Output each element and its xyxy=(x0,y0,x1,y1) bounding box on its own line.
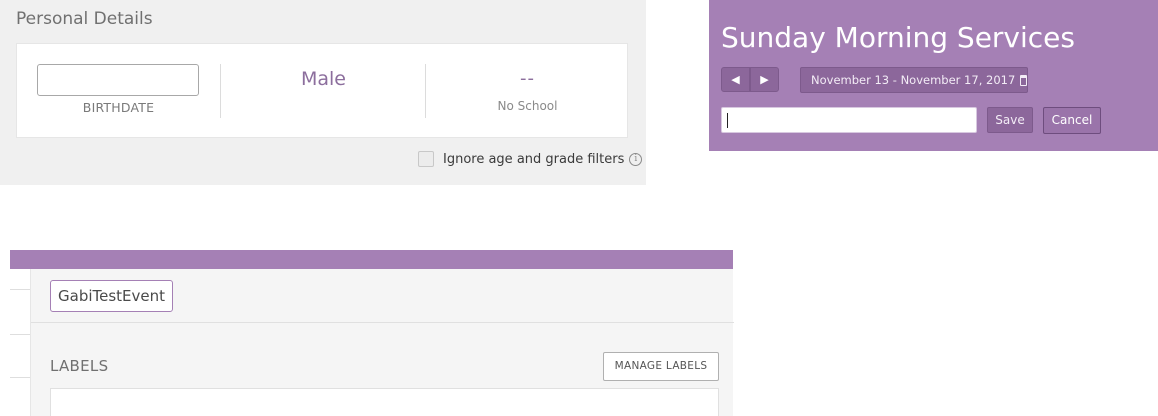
gutter-divider xyxy=(10,289,30,290)
gender-field-group[interactable]: Male xyxy=(220,64,425,118)
service-title: Sunday Morning Services xyxy=(721,21,1075,54)
school-label: No School xyxy=(497,99,558,113)
labels-list-box xyxy=(50,388,719,416)
event-divider xyxy=(31,322,734,323)
calendar-icon xyxy=(1020,74,1027,86)
caret-right-icon: ▶ xyxy=(760,73,769,86)
next-week-button[interactable]: ▶ xyxy=(750,67,779,92)
cancel-button[interactable]: Cancel xyxy=(1043,107,1101,134)
gutter-divider xyxy=(10,377,30,378)
gutter-divider xyxy=(10,334,30,335)
birthdate-field-group: BIRTHDATE xyxy=(17,64,220,118)
personal-details-panel: Personal Details BIRTHDATE Male -- No Sc… xyxy=(0,0,646,185)
school-value[interactable]: -- xyxy=(426,68,629,89)
ignore-filters-label[interactable]: Ignore age and grade filters xyxy=(443,152,624,167)
info-icon[interactable]: i xyxy=(629,152,643,166)
ignore-filters-row: Ignore age and grade filters i xyxy=(418,150,643,168)
birthdate-input[interactable] xyxy=(37,64,199,96)
event-left-gutter xyxy=(10,269,30,416)
personal-details-card: BIRTHDATE Male -- No School xyxy=(16,43,628,138)
manage-labels-button[interactable]: MANAGE LABELS xyxy=(603,352,719,381)
ignore-filters-checkbox[interactable] xyxy=(418,151,434,167)
personal-details-title: Personal Details xyxy=(16,9,153,29)
caret-left-icon: ◀ xyxy=(731,73,740,86)
event-details-panel: GabiTestEvent LABELS MANAGE LABELS xyxy=(30,269,734,416)
school-field-group[interactable]: -- No School xyxy=(425,64,628,118)
previous-week-button[interactable]: ◀ xyxy=(721,67,750,92)
date-range-button[interactable]: November 13 - November 17, 2017 xyxy=(800,67,1028,93)
date-range-label: November 13 - November 17, 2017 xyxy=(811,73,1016,87)
service-name-input[interactable] xyxy=(721,107,977,133)
labels-heading: LABELS xyxy=(50,357,109,375)
gender-value[interactable]: Male xyxy=(221,68,426,90)
event-header-bar xyxy=(10,250,733,269)
birthdate-label: BIRTHDATE xyxy=(82,100,155,115)
event-name-tag[interactable]: GabiTestEvent xyxy=(50,280,174,312)
service-header-panel: Sunday Morning Services ◀ ▶ November 13 … xyxy=(709,0,1158,151)
text-cursor xyxy=(727,113,728,128)
save-button[interactable]: Save xyxy=(987,107,1033,133)
